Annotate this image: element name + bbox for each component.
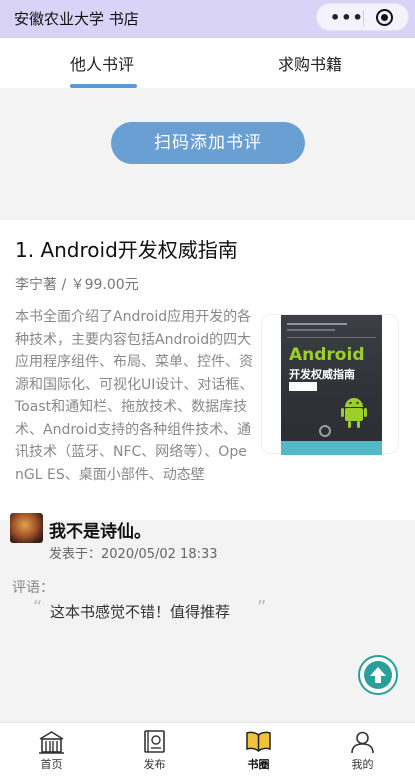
tabbar-label-book-circle: 书圈 <box>247 758 270 771</box>
back-to-top-circle <box>364 661 392 689</box>
more-dots-icon[interactable]: ••• <box>330 8 364 27</box>
review-comment: 这本书感觉不错！值得推荐 <box>50 603 231 621</box>
mini-program-capsule: ••• <box>316 3 409 31</box>
tabbar-label-mine: 我的 <box>351 758 374 771</box>
comment-label: 评语： <box>12 580 54 596</box>
cover-header-lines <box>287 320 376 338</box>
cover-edition-tag <box>289 382 317 391</box>
cover-bottom-bar <box>281 441 382 455</box>
app-title: 安徽农业大学 书店 <box>14 10 139 28</box>
tabbar-label-home: 首页 <box>40 758 63 771</box>
tab-others-reviews[interactable]: 他人书评 <box>70 51 134 75</box>
home-building-icon <box>39 731 64 754</box>
tabbar-item-home[interactable]: 首页 <box>0 723 103 778</box>
tabbar-item-publish[interactable]: 发布 <box>103 723 206 778</box>
cover-logo: Android <box>289 345 365 365</box>
book-title[interactable]: 1. Android开发权威指南 <box>15 234 238 263</box>
open-book-icon <box>246 731 271 752</box>
tabbar-item-mine[interactable]: 我的 <box>311 723 414 778</box>
back-to-top-button[interactable] <box>358 655 398 695</box>
tabbar-item-book-circle[interactable]: 书圈 <box>207 723 310 778</box>
target-circle-icon[interactable] <box>376 9 393 26</box>
tabbar-label-publish: 发布 <box>143 758 166 771</box>
book-author-price: 李宁著 / ￥99.00元 <box>15 277 139 293</box>
reviewer-avatar[interactable] <box>10 513 43 543</box>
tab-bar: 他人书评 求购书籍 <box>0 38 415 88</box>
reviewer-name: 我不是诗仙。 <box>49 522 151 542</box>
publish-book-icon <box>144 730 165 753</box>
user-profile-icon <box>351 731 374 754</box>
book-card[interactable]: 1. Android开发权威指南 李宁著 / ￥99.00元 本书全面介绍了An… <box>0 220 415 520</box>
scan-add-review-button[interactable]: 扫码添加书评 <box>111 122 305 164</box>
post-time: 发表于：2020/05/02 18:33 <box>49 547 218 562</box>
capsule-divider <box>363 10 364 26</box>
top-navbar: 安徽农业大学 书店 ••• <box>0 0 415 38</box>
tab-wanted-books[interactable]: 求购书籍 <box>278 51 342 75</box>
bottom-tab-bar: 首页 发布 书圈 我的 <box>0 722 415 778</box>
cover-emblem <box>319 425 331 437</box>
cover-title: 开发权威指南 <box>289 368 355 381</box>
close-quote-icon: ” <box>257 597 267 618</box>
book-cover-image: Android 开发权威指南 <box>281 315 382 455</box>
arrow-up-icon <box>370 667 386 683</box>
open-quote-icon: “ <box>33 597 43 618</box>
book-description: 本书全面介绍了Android应用开发的各种技术，主要内容包括Android的四大… <box>15 309 254 483</box>
android-robot-icon <box>341 398 367 428</box>
active-tab-indicator <box>70 84 137 88</box>
book-cover-frame[interactable]: Android 开发权威指南 <box>261 314 399 455</box>
